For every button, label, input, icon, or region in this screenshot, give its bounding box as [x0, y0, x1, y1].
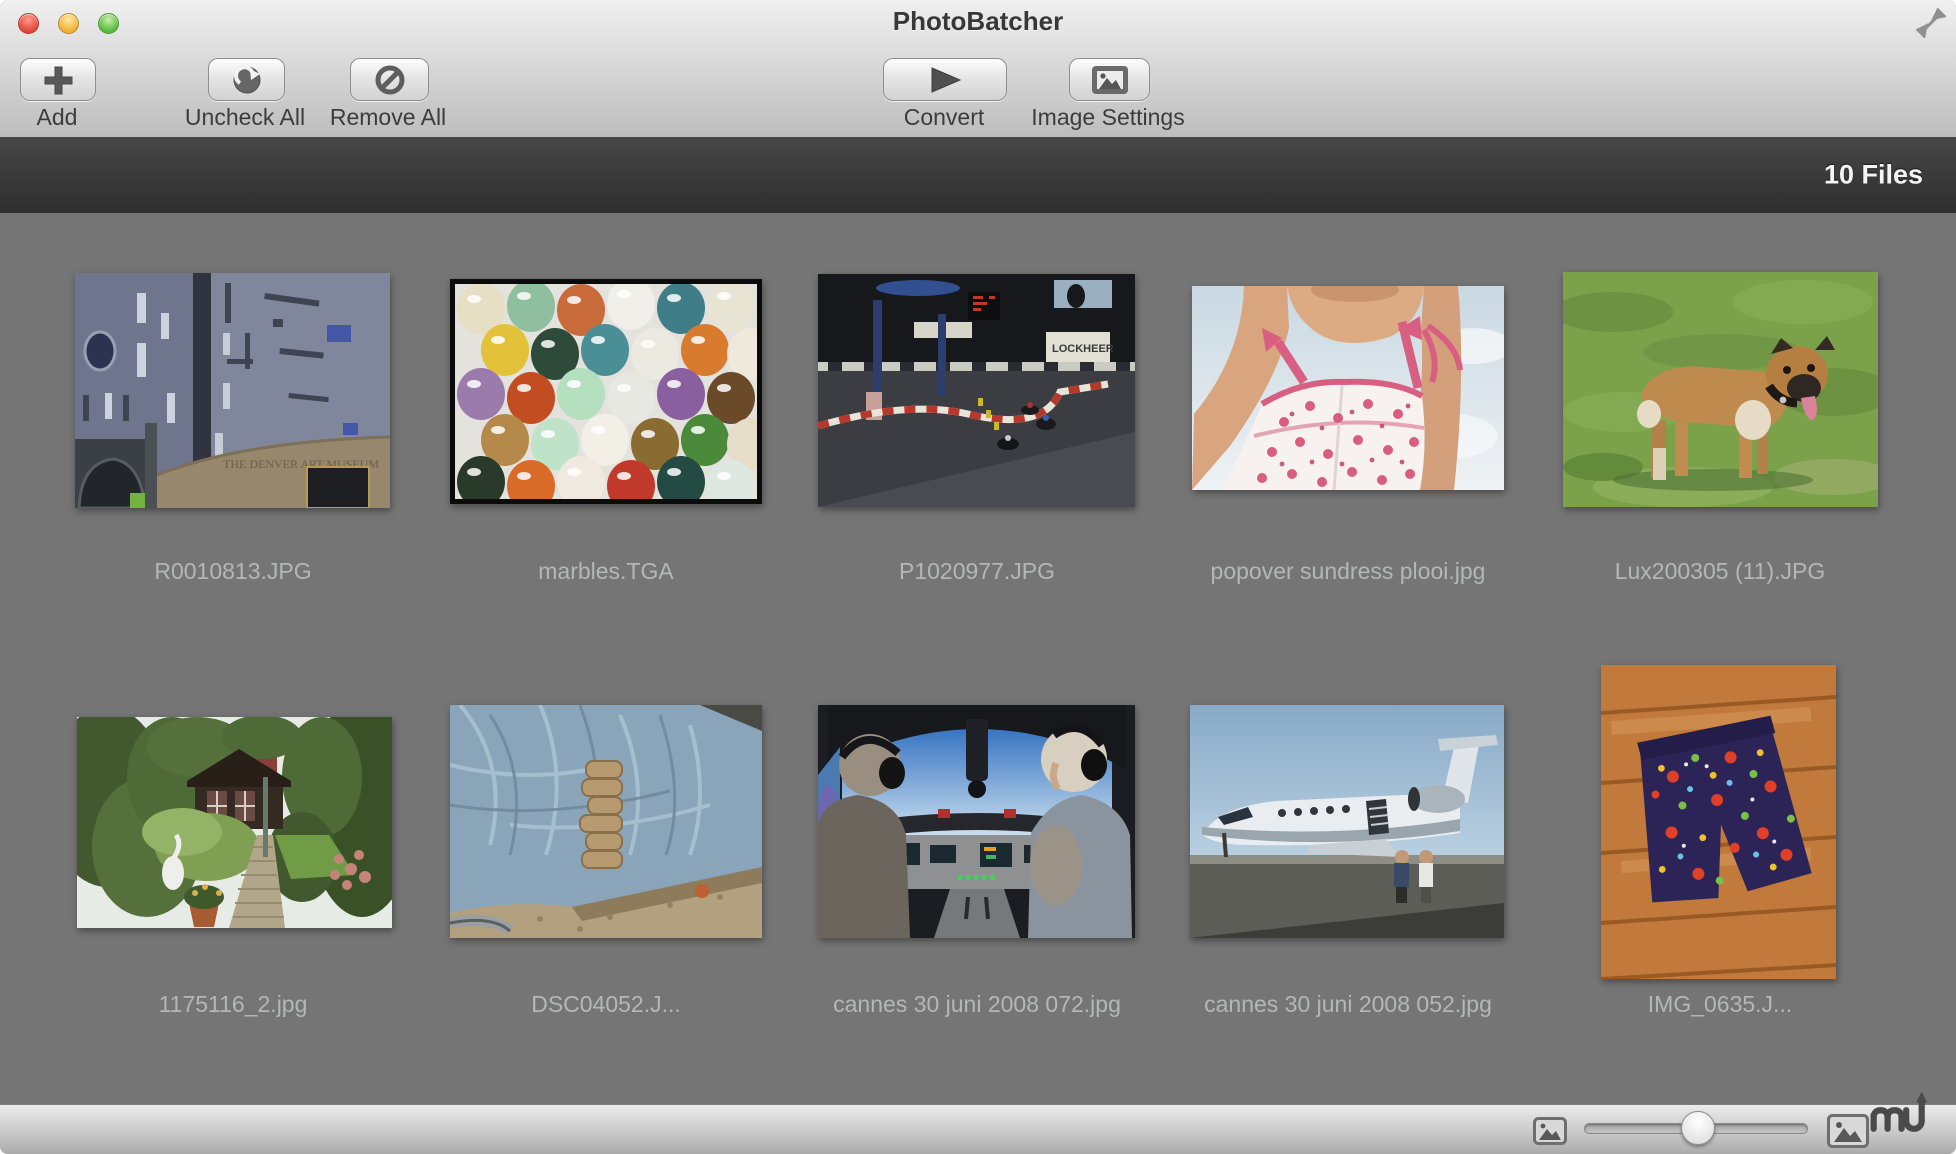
filename-label: 1175116_2.jpg: [159, 991, 308, 1018]
filename-label: Lux200305 (11).JPG: [1615, 558, 1826, 585]
thumbnail-lux200305[interactable]: [1563, 272, 1878, 507]
zoom-out-image-icon[interactable]: [1533, 1117, 1567, 1145]
thumbnail-popover-sundress[interactable]: [1192, 286, 1504, 490]
circular-arrow-icon: [231, 64, 263, 96]
filename-label: popover sundress plooi.jpg: [1211, 558, 1486, 585]
thumbnail-p1020977[interactable]: LOCKHEER: [818, 274, 1135, 507]
image-settings-button[interactable]: [1069, 58, 1150, 101]
filename-label: cannes 30 juni 2008 072.jpg: [833, 991, 1121, 1018]
uncheck-all-label: Uncheck All: [185, 104, 305, 131]
thumbnail-zoom-slider[interactable]: [1584, 1123, 1808, 1134]
thumbnail-1175116[interactable]: [77, 717, 392, 928]
filename-label: IMG_0635.J...: [1648, 991, 1792, 1018]
thumbnail-r0010813[interactable]: THE DENVER ART MUSEUM: [75, 273, 390, 508]
picture-icon: [1090, 64, 1130, 96]
zoom-in-image-icon[interactable]: [1827, 1114, 1869, 1148]
uncheck-all-button[interactable]: [208, 58, 285, 101]
filename-label: P1020977.JPG: [899, 558, 1055, 585]
file-count: 10 Files: [1824, 160, 1923, 191]
thumbnail-img0635[interactable]: [1601, 665, 1836, 979]
remove-all-label: Remove All: [330, 104, 446, 131]
add-label: Add: [37, 104, 78, 131]
convert-button[interactable]: [883, 58, 1007, 101]
mu-watermark-logo: [1869, 1088, 1931, 1134]
filename-label: DSC04052.J...: [531, 991, 681, 1018]
prohibition-icon: [374, 64, 406, 96]
filename-label: R0010813.JPG: [154, 558, 311, 585]
add-button[interactable]: [20, 58, 96, 101]
remove-all-button[interactable]: [350, 58, 429, 101]
banner-text: LOCKHEER: [1052, 343, 1114, 355]
convert-label: Convert: [904, 104, 985, 131]
thumbnail-marbles[interactable]: [450, 279, 762, 504]
plus-icon: [41, 64, 75, 96]
expand-arrows-icon[interactable]: [1916, 8, 1946, 38]
window-title: PhotoBatcher: [0, 6, 1956, 37]
thumbnail-cannes-052[interactable]: [1190, 705, 1504, 938]
thumbnail-dsc04052[interactable]: [450, 705, 762, 938]
play-icon: [927, 66, 963, 94]
titlebar-toolbar: PhotoBatcher Add Uncheck All: [0, 0, 1956, 138]
files-count-bar: 10 Files: [0, 137, 1956, 214]
filename-label: marbles.TGA: [538, 558, 673, 585]
thumbnail-cannes-072[interactable]: [818, 705, 1135, 938]
filename-label: cannes 30 juni 2008 052.jpg: [1204, 991, 1492, 1018]
zoom-slider-knob[interactable]: [1681, 1111, 1715, 1145]
thumbnail-grid: THE DENVER ART MUSEUM: [0, 213, 1956, 1105]
bottom-bar: [0, 1104, 1956, 1154]
photobatcher-window: PhotoBatcher Add Uncheck All: [0, 0, 1956, 1154]
image-settings-label: Image Settings: [1031, 104, 1184, 131]
